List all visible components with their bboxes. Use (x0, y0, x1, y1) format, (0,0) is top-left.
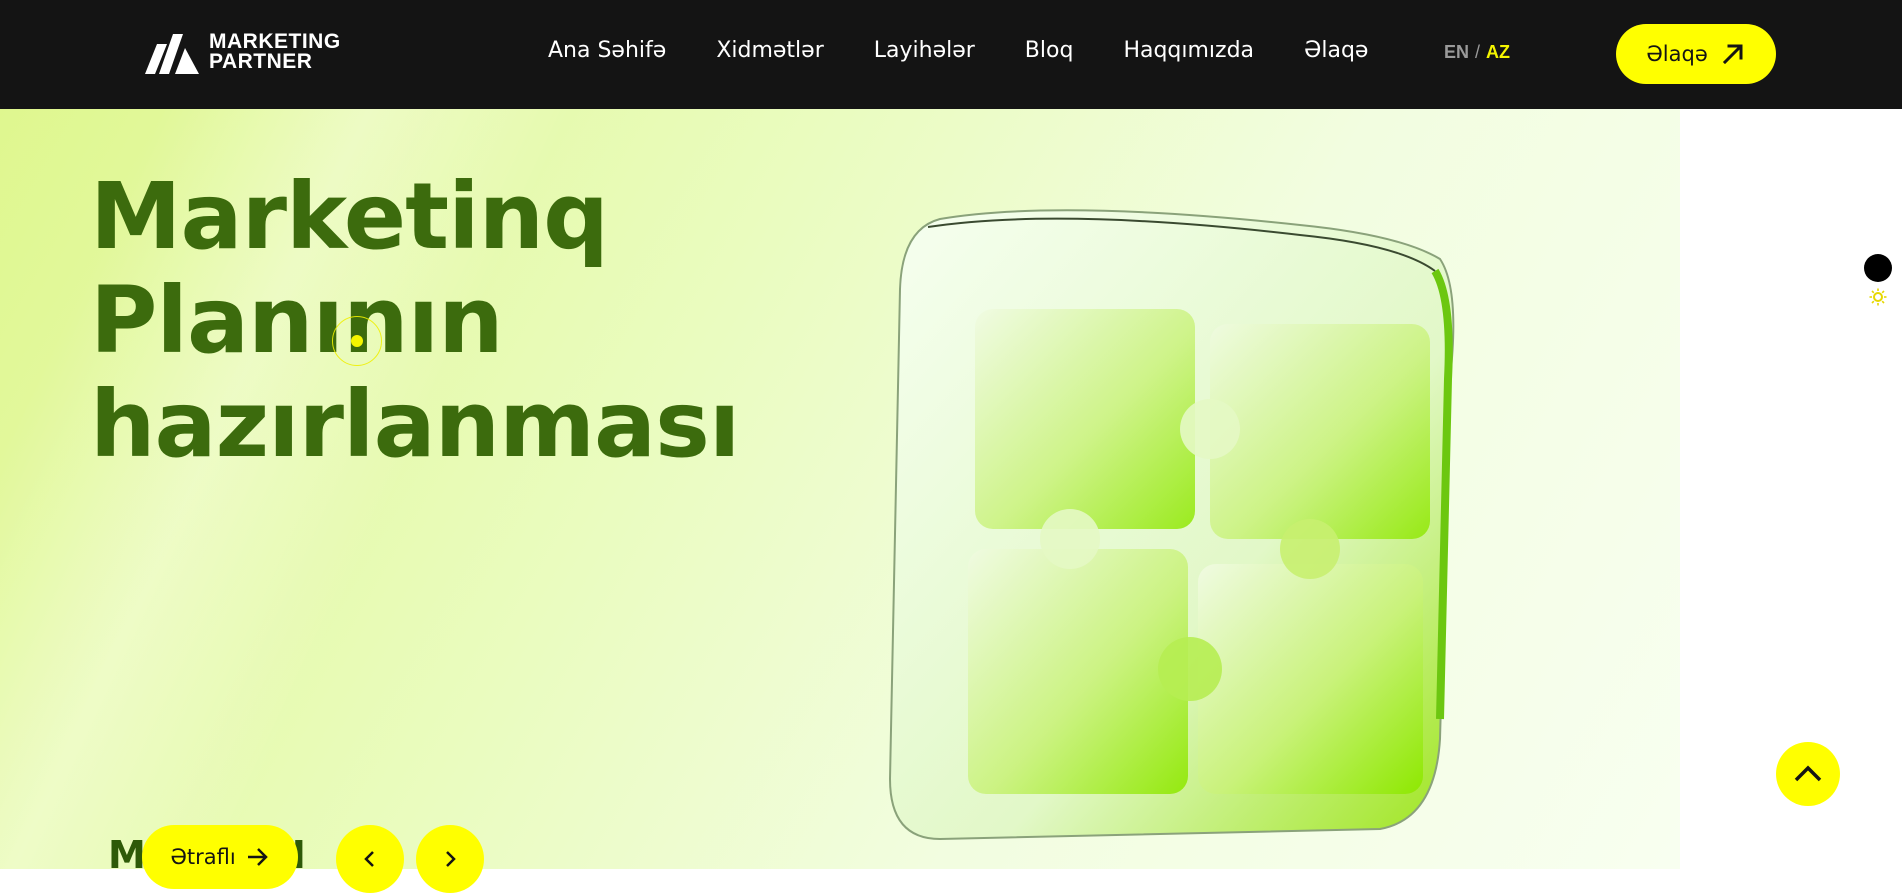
logo-text: MARKETING PARTNER (209, 30, 341, 73)
green-puzzle-icon (888, 209, 1455, 841)
logo-mark-icon (145, 34, 199, 74)
lang-az[interactable]: AZ (1486, 42, 1510, 62)
arrow-right-icon (247, 848, 268, 866)
hero-title-line-1: Marketinq (90, 163, 609, 270)
scroll-to-top-button[interactable] (1776, 742, 1840, 806)
more-button[interactable]: Ətraflı (142, 825, 298, 889)
nav-item-blog[interactable]: Bloq (1025, 38, 1074, 63)
custom-cursor (332, 316, 382, 366)
nav-item-projects[interactable]: Layihələr (874, 38, 975, 63)
hero-title: Marketinq Planının hazırlanması (90, 163, 740, 478)
language-switcher: EN / AZ (1444, 42, 1510, 63)
logo[interactable]: MARKETING PARTNER (145, 30, 341, 74)
nav-item-about[interactable]: Haqqımızda (1123, 38, 1254, 63)
chevron-up-icon (1794, 765, 1822, 782)
slider-next-button[interactable] (416, 825, 484, 893)
slider-prev-button[interactable] (336, 825, 404, 893)
contact-button[interactable]: Əlaqə (1616, 24, 1776, 84)
contact-button-label: Əlaqə (1646, 42, 1708, 66)
nav-item-services[interactable]: Xidmətlər (716, 38, 823, 63)
chevron-left-icon (364, 851, 374, 867)
lang-separator: / (1475, 42, 1481, 62)
main-nav: Ana Səhifə Xidmətlər Layihələr Bloq Haqq… (548, 38, 1418, 63)
lang-en[interactable]: EN (1444, 42, 1469, 62)
nav-item-contact[interactable]: Əlaqə (1304, 38, 1368, 63)
more-button-label: Ətraflı (170, 845, 236, 869)
dark-mode-dot-icon[interactable] (1864, 254, 1892, 282)
hero-slider: Marketinq Planının hazırlanması (0, 109, 1680, 869)
arrow-up-right-icon (1722, 44, 1743, 65)
chevron-right-icon (446, 851, 456, 867)
hero-title-line-3: hazırlanması (90, 371, 740, 478)
site-header: MARKETING PARTNER Ana Səhifə Xidmətlər L… (0, 0, 1902, 109)
logo-line-1: MARKETING (209, 30, 341, 53)
logo-line-2: PARTNER (209, 50, 313, 73)
hero-title-line-2: Planının (90, 267, 504, 374)
nav-item-home[interactable]: Ana Səhifə (548, 38, 666, 63)
sun-icon[interactable] (1869, 288, 1887, 306)
